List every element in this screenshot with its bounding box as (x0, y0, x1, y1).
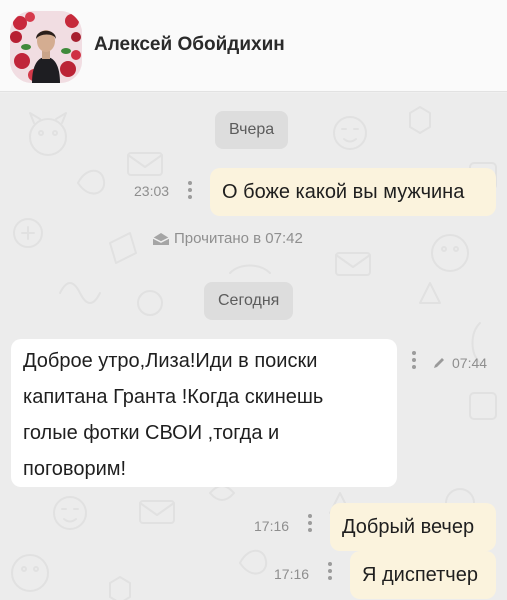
message-menu-icon[interactable] (412, 351, 416, 372)
message-bubble-incoming[interactable]: Доброе утро,Лиза!Иди в поиски капитана Г… (11, 339, 397, 487)
message-text: О боже какой вы мужчина (222, 181, 465, 203)
message-time: 23:03 (134, 183, 170, 199)
message-text: Я диспетчер (362, 564, 478, 586)
message-menu-icon[interactable] (328, 562, 332, 583)
read-envelope-icon (152, 232, 170, 245)
read-status: Прочитано в 07:42 (152, 230, 303, 247)
message-menu-icon[interactable] (308, 514, 312, 535)
message-text-line: капитана Гранта !Когда скинешь (23, 386, 324, 408)
avatar-image (10, 11, 82, 83)
chat-area[interactable]: Вчера 23:03 О боже какой вы мужчина Проч… (0, 93, 507, 600)
edited-pencil-icon (434, 358, 444, 368)
message-bubble-outgoing[interactable]: Добрый вечер (330, 503, 496, 551)
avatar[interactable] (10, 11, 82, 83)
message-text-line: Доброе утро,Лиза!Иди в поиски (23, 350, 318, 372)
message-time: 17:16 (254, 518, 290, 534)
date-separator-yesterday: Вчера (215, 111, 289, 149)
contact-name[interactable]: Алексей Обойдихин (94, 34, 285, 56)
message-menu-icon[interactable] (188, 181, 192, 202)
chat-header: Алексей Обойдихин (0, 0, 507, 92)
message-bubble-outgoing[interactable]: Я диспетчер (350, 551, 496, 599)
message-text: Добрый вечер (342, 516, 475, 538)
read-status-text: Прочитано в 07:42 (174, 230, 303, 247)
message-time: 17:16 (274, 566, 310, 582)
message-bubble-outgoing[interactable]: О боже какой вы мужчина (210, 168, 496, 216)
date-separator-today: Сегодня (204, 282, 294, 320)
message-time: 07:44 (452, 355, 488, 371)
message-text-line: голые фотки СВОИ ,тогда и (23, 422, 280, 444)
message-text-line: поговорим! (23, 458, 127, 480)
